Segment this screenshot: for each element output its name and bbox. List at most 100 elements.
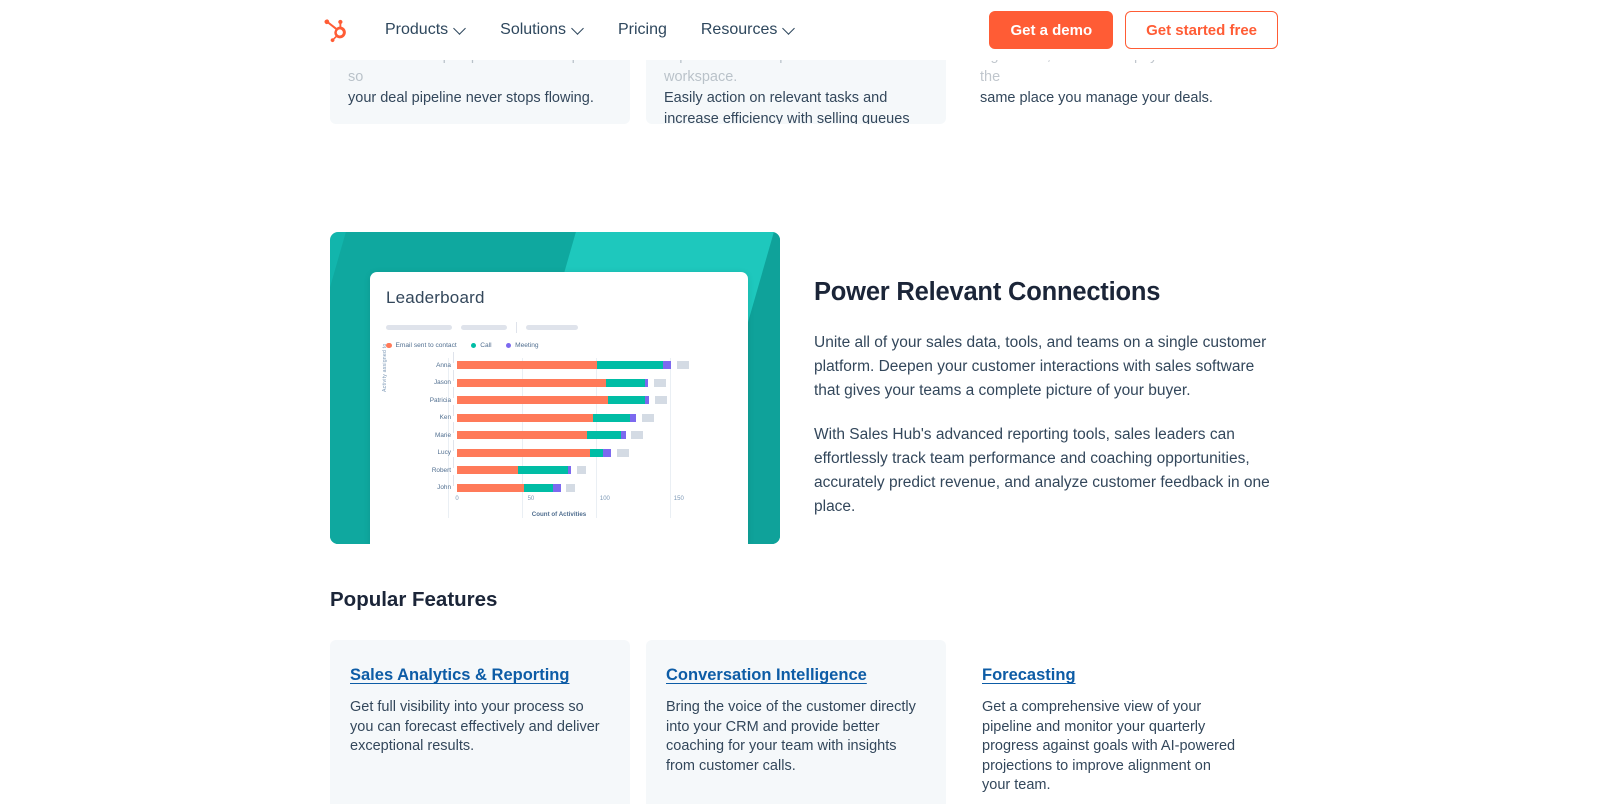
bar-segment[interactable] bbox=[606, 378, 645, 387]
hero-paragraph-1: Unite all of your sales data, tools, and… bbox=[814, 334, 1267, 399]
nav-link-label: Resources bbox=[700, 21, 778, 38]
x-tick-label: 50 bbox=[527, 496, 535, 502]
stacked-bar bbox=[457, 448, 726, 457]
chart-bar-row[interactable]: Marie bbox=[395, 422, 726, 442]
x-axis-title: Count of Activities bbox=[531, 511, 587, 518]
legend-item-meeting[interactable]: Meeting bbox=[505, 342, 539, 349]
bar-segment[interactable] bbox=[607, 396, 645, 404]
filter-skeleton[interactable] bbox=[461, 325, 507, 330]
bar-segment[interactable] bbox=[631, 431, 644, 439]
bar-segment[interactable] bbox=[644, 378, 648, 387]
bar-segment[interactable] bbox=[457, 361, 598, 369]
chart-bar-row[interactable]: Anna bbox=[395, 352, 726, 372]
bar-segment[interactable] bbox=[616, 448, 629, 457]
bar-segment[interactable] bbox=[590, 448, 604, 457]
chart-illustration-panel: Leaderboard Email sent to contact Call M… bbox=[330, 232, 780, 544]
bar-segment[interactable] bbox=[587, 431, 622, 439]
bar-segment[interactable] bbox=[597, 361, 663, 369]
bar-segment[interactable] bbox=[457, 396, 608, 404]
legend-label: Email sent to contact bbox=[395, 342, 457, 349]
y-tick-label: Lucy bbox=[437, 449, 452, 456]
chart-bar-row[interactable]: John bbox=[395, 474, 726, 495]
bar-segment[interactable] bbox=[517, 466, 568, 474]
bar-segment[interactable] bbox=[457, 466, 518, 474]
nav-link-products[interactable]: Products bbox=[368, 21, 483, 39]
y-tick-label: Marie bbox=[435, 431, 451, 439]
page-root: meet lauram's prospects all in one place… bbox=[0, 0, 1600, 804]
bar-segment[interactable] bbox=[566, 483, 576, 492]
bar-segment[interactable] bbox=[641, 413, 654, 422]
y-axis-tick bbox=[453, 404, 454, 416]
y-axis-tick bbox=[453, 352, 454, 363]
feature-link-forecasting[interactable]: Forecasting bbox=[982, 666, 1076, 685]
y-tick-label: Robert bbox=[431, 466, 451, 474]
feature-card: Forecasting Get a comprehensive view of … bbox=[962, 640, 1262, 804]
popular-features-heading: Popular Features bbox=[330, 588, 498, 611]
bar-segment[interactable] bbox=[553, 483, 561, 492]
top-card-visible-line: same place you manage your deals. bbox=[980, 90, 1213, 106]
chart-bar-row[interactable]: Patricia bbox=[395, 387, 726, 407]
bar-segment[interactable] bbox=[662, 361, 672, 369]
leaderboard-chart-card: Leaderboard Email sent to contact Call M… bbox=[370, 272, 748, 544]
y-tick-label: Patricia bbox=[429, 396, 451, 404]
chart-bar-rows: Anna Jason Patricia Ken Marie Lucy Robert John bbox=[395, 352, 726, 496]
bar-segment[interactable] bbox=[593, 413, 631, 422]
y-axis-tick bbox=[453, 457, 454, 468]
stacked-bar bbox=[457, 361, 726, 369]
hubspot-logo-icon[interactable] bbox=[322, 13, 362, 47]
y-axis-tick bbox=[453, 439, 454, 451]
legend-item-email[interactable]: Email sent to contact bbox=[386, 342, 457, 349]
chevron-down-icon bbox=[455, 23, 466, 34]
x-tick-label: 100 bbox=[599, 496, 610, 502]
site-header-nav: Products Solutions Pricing Resources Get… bbox=[0, 0, 1600, 60]
chart-bar-row[interactable]: Robert bbox=[395, 457, 726, 477]
x-axis-ticks: 0 50 100 150 bbox=[455, 496, 726, 506]
nav-link-pricing[interactable]: Pricing bbox=[601, 21, 684, 39]
bar-segment[interactable] bbox=[603, 448, 611, 457]
feature-link-sales-analytics[interactable]: Sales Analytics & Reporting bbox=[350, 666, 569, 685]
nav-link-solutions[interactable]: Solutions bbox=[483, 21, 601, 39]
bar-segment[interactable] bbox=[576, 466, 586, 474]
feature-link-conversation-intelligence[interactable]: Conversation Intelligence bbox=[666, 666, 867, 685]
y-tick-label: Ken bbox=[439, 414, 451, 421]
legend-item-call[interactable]: Call bbox=[470, 342, 492, 349]
stacked-bar bbox=[457, 466, 726, 474]
bar-segment[interactable] bbox=[630, 413, 636, 422]
chart-bar-row[interactable]: Lucy bbox=[395, 439, 726, 460]
chevron-down-icon bbox=[784, 23, 795, 34]
nav-left-group: Products Solutions Pricing Resources bbox=[322, 0, 812, 60]
bar-segment[interactable] bbox=[457, 448, 591, 457]
nav-link-label: Solutions bbox=[500, 21, 566, 38]
bar-segment[interactable] bbox=[457, 378, 607, 387]
filter-skeleton[interactable] bbox=[526, 325, 578, 330]
stacked-bar bbox=[457, 483, 726, 492]
nav-link-label: Pricing bbox=[617, 21, 667, 38]
bar-segment[interactable] bbox=[653, 378, 666, 387]
y-axis-tick bbox=[453, 422, 454, 433]
chart-bar-row[interactable]: Jason bbox=[395, 369, 726, 390]
chart-bar-row[interactable]: Ken bbox=[395, 404, 726, 425]
filter-skeleton[interactable] bbox=[386, 325, 452, 330]
y-tick-label: Jason bbox=[433, 379, 451, 386]
bar-segment[interactable] bbox=[655, 396, 667, 404]
chart-filter-skeletons bbox=[386, 322, 732, 333]
nav-link-resources[interactable]: Resources bbox=[684, 21, 812, 39]
divider bbox=[516, 322, 517, 333]
get-started-free-button[interactable]: Get started free bbox=[1125, 11, 1278, 49]
bar-segment[interactable] bbox=[523, 483, 554, 492]
bar-segment[interactable] bbox=[457, 483, 524, 492]
legend-swatch-icon bbox=[505, 342, 512, 349]
bar-segment[interactable] bbox=[457, 431, 588, 439]
bar-segment[interactable] bbox=[457, 413, 594, 422]
top-card-visible-line: your deal pipeline never stops flowing. bbox=[348, 90, 594, 106]
legend-label: Call bbox=[480, 342, 492, 349]
get-a-demo-button[interactable]: Get a demo bbox=[989, 11, 1114, 49]
bar-segment[interactable] bbox=[621, 431, 626, 439]
x-tick-label: 0 bbox=[455, 496, 459, 502]
bar-segment[interactable] bbox=[567, 466, 571, 474]
stacked-bar bbox=[457, 378, 726, 387]
feature-card-text: Get a comprehensive view of your pipelin… bbox=[982, 699, 1236, 793]
bar-segment[interactable] bbox=[677, 361, 690, 369]
bar-segment[interactable] bbox=[644, 396, 650, 404]
y-tick-label: Anna bbox=[436, 361, 451, 369]
